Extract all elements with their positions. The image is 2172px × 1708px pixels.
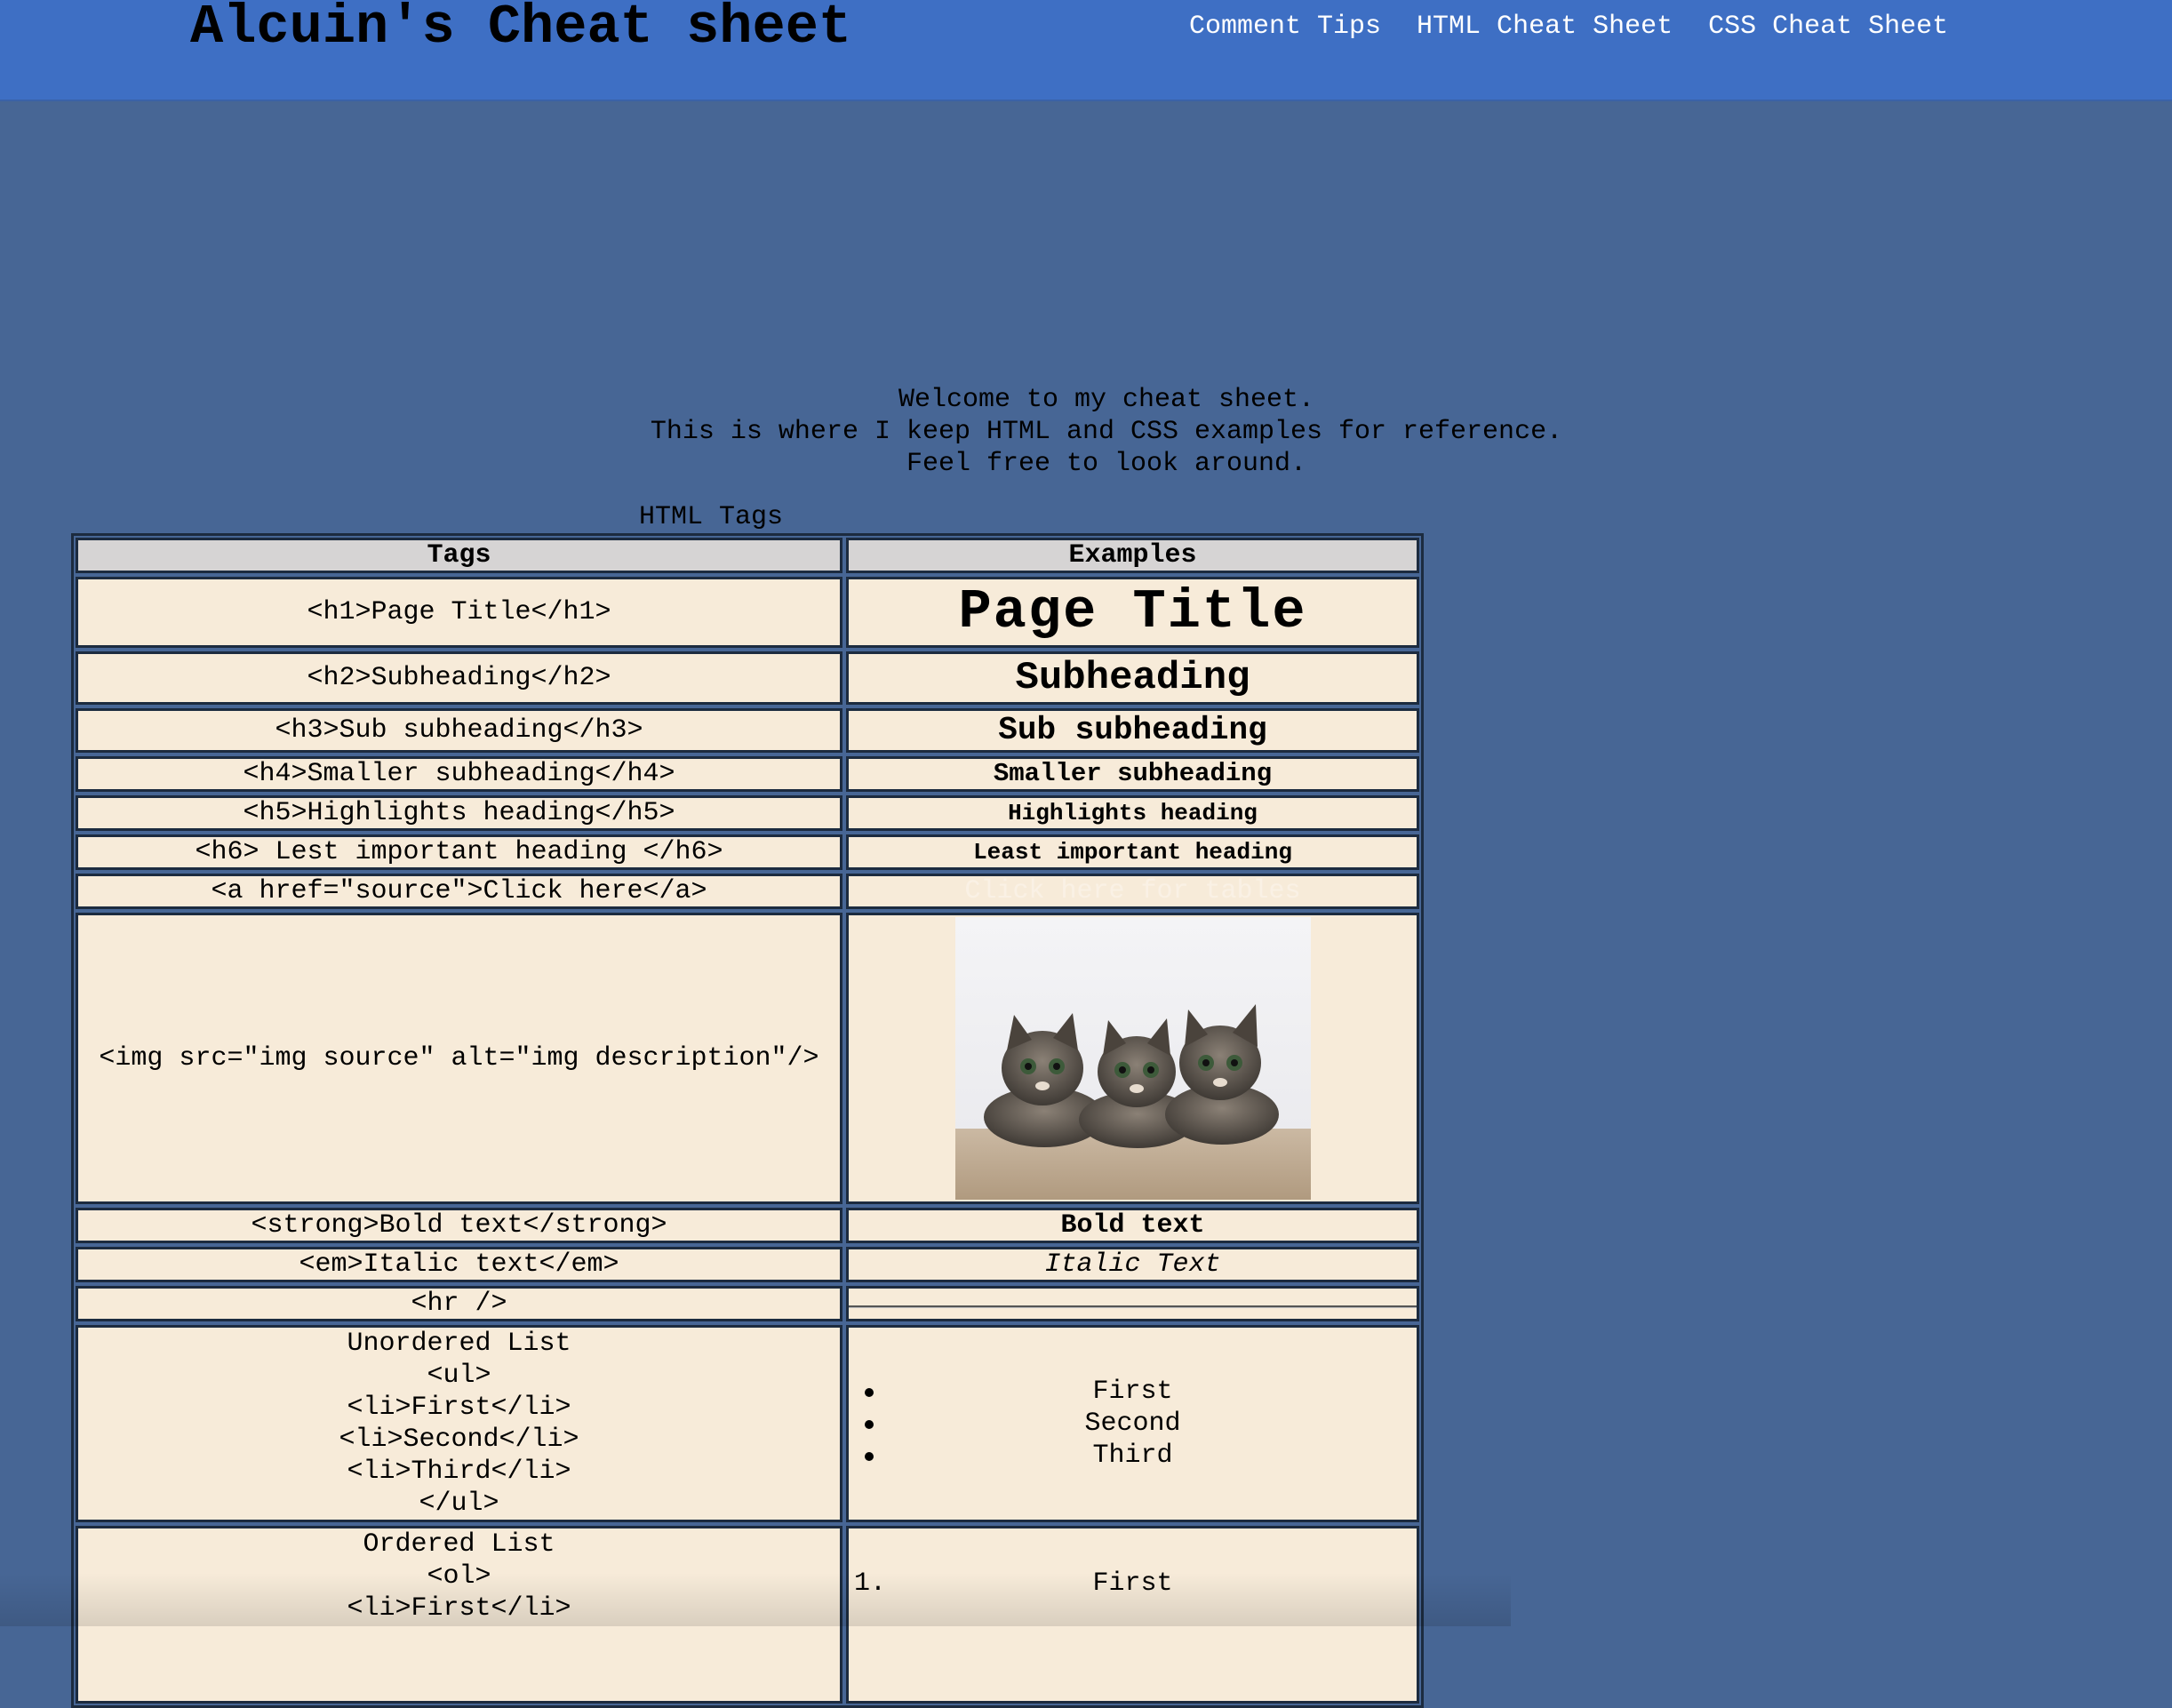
table-row: Unordered List <ul> <li>First</li> <li>S… xyxy=(76,1325,1419,1522)
example-horizontal-rule xyxy=(849,1305,1417,1308)
tag-line: <ol> xyxy=(427,1561,491,1592)
example-cell: Page Title xyxy=(846,577,1419,648)
example-h6: Least important heading xyxy=(973,839,1292,866)
nav-link-comment-tips[interactable]: Comment Tips xyxy=(1189,9,1381,44)
tag-cell: <h4>Smaller subheading</h4> xyxy=(76,756,842,792)
table-header-row: Tags Examples xyxy=(76,538,1419,573)
tag-line: Ordered List xyxy=(363,1529,555,1560)
tag-cell: <img src="img source" alt="img descripti… xyxy=(76,913,842,1204)
tag-cell: Ordered List <ol> <li>First</li> xyxy=(76,1526,842,1704)
tag-line: <li>Third</li> xyxy=(347,1457,571,1487)
table-row: <h5>Highlights heading</h5> Highlights h… xyxy=(76,795,1419,831)
list-item: 1. First xyxy=(849,1568,1417,1600)
list-item: Third xyxy=(849,1440,1417,1472)
table-row: <em>Italic text</em> Italic Text xyxy=(76,1247,1419,1282)
tag-cell: <h2>Subheading</h2> xyxy=(76,651,842,705)
example-cell xyxy=(846,1286,1419,1321)
example-h5: Highlights heading xyxy=(1008,800,1258,826)
example-h3: Sub subheading xyxy=(998,712,1267,748)
table-row: <h4>Smaller subheading</h4> Smaller subh… xyxy=(76,756,1419,792)
example-cell: Sub subheading xyxy=(846,708,1419,753)
example-italic: Italic Text xyxy=(1044,1249,1221,1280)
main-nav: Comment Tips HTML Cheat Sheet CSS Cheat … xyxy=(1189,9,1948,44)
table-row: <a href="source">Click here</a> Click he… xyxy=(76,874,1419,909)
example-h1: Page Title xyxy=(958,580,1307,643)
tag-cell: <strong>Bold text</strong> xyxy=(76,1208,842,1243)
tag-line: <li>First</li> xyxy=(347,1593,571,1624)
example-h2: Subheading xyxy=(1015,656,1250,700)
tag-cell: <h6> Lest important heading </h6> xyxy=(76,834,842,870)
list-item: First xyxy=(849,1376,1417,1408)
tag-cell: <h5>Highlights heading</h5> xyxy=(76,795,842,831)
example-unordered-list: First Second Third xyxy=(849,1358,1417,1489)
top-navbar: Alcuin's Cheat sheet Comment Tips HTML C… xyxy=(0,0,2172,101)
example-cell: Subheading xyxy=(846,651,1419,705)
tag-cell: <a href="source">Click here</a> xyxy=(76,874,842,909)
tag-line: <li>First</li> xyxy=(347,1393,571,1423)
example-cell: First Second Third xyxy=(846,1325,1419,1522)
example-bold: Bold text xyxy=(1060,1210,1205,1241)
example-cell: Highlights heading xyxy=(846,795,1419,831)
list-item-text: First xyxy=(1092,1568,1173,1599)
example-cell: 1. First xyxy=(846,1526,1419,1704)
example-ordered-list: 1. First xyxy=(849,1528,1417,1600)
example-cell: Click here for tables xyxy=(846,874,1419,909)
table-row: <h3>Sub subheading</h3> Sub subheading xyxy=(76,708,1419,753)
example-cell: Bold text xyxy=(846,1208,1419,1243)
welcome-line: Feel free to look around. xyxy=(906,449,1307,479)
example-link[interactable]: Click here for tables xyxy=(964,876,1300,906)
table-row: Ordered List <ol> <li>First</li> 1. Firs… xyxy=(76,1526,1419,1704)
column-header-tags: Tags xyxy=(76,538,842,573)
tag-cell: <hr /> xyxy=(76,1286,842,1321)
table-row: <strong>Bold text</strong> Bold text xyxy=(76,1208,1419,1243)
tag-line: <ul> xyxy=(427,1361,491,1391)
welcome-line: This is where I keep HTML and CSS exampl… xyxy=(650,417,1563,447)
example-cell: Italic Text xyxy=(846,1247,1419,1282)
table-row: <h1>Page Title</h1> Page Title xyxy=(76,577,1419,648)
example-cell: Least important heading xyxy=(846,834,1419,870)
table-row: <h6> Lest important heading </h6> Least … xyxy=(76,834,1419,870)
table-caption: HTML Tags xyxy=(638,502,784,532)
tag-line: </ul> xyxy=(419,1489,499,1519)
table-row: <img src="img source" alt="img descripti… xyxy=(76,913,1419,1204)
welcome-message: Welcome to my cheat sheet. This is where… xyxy=(0,384,2172,480)
kittens-photo xyxy=(954,917,1311,1200)
column-header-examples: Examples xyxy=(846,538,1419,573)
nav-link-css-cheat-sheet[interactable]: CSS Cheat Sheet xyxy=(1708,9,1948,44)
html-tags-table: Tags Examples <h1>Page Title</h1> Page T… xyxy=(71,533,1424,1708)
tag-cell: <h1>Page Title</h1> xyxy=(76,577,842,648)
list-item: Second xyxy=(849,1408,1417,1440)
tag-line: <li>Second</li> xyxy=(339,1425,579,1455)
tag-line: Unordered List xyxy=(347,1329,571,1359)
tag-cell: Unordered List <ul> <li>First</li> <li>S… xyxy=(76,1325,842,1522)
list-item-number: 1. xyxy=(854,1568,887,1599)
example-h4: Smaller subheading xyxy=(993,759,1273,788)
table-row: <hr /> xyxy=(76,1286,1419,1321)
table-row: <h2>Subheading</h2> Subheading xyxy=(76,651,1419,705)
example-cell xyxy=(846,913,1419,1204)
welcome-line: Welcome to my cheat sheet. xyxy=(898,385,1315,415)
site-title: Alcuin's Cheat sheet xyxy=(190,0,852,59)
nav-link-html-cheat-sheet[interactable]: HTML Cheat Sheet xyxy=(1417,9,1673,44)
example-cell: Smaller subheading xyxy=(846,756,1419,792)
tag-cell: <em>Italic text</em> xyxy=(76,1247,842,1282)
tag-cell: <h3>Sub subheading</h3> xyxy=(76,708,842,753)
